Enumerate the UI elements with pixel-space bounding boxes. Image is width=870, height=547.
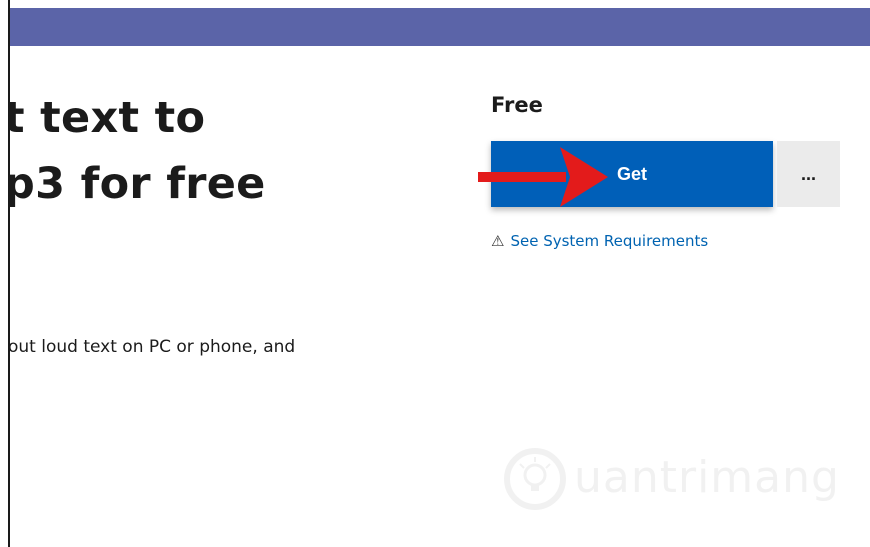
more-options-label: ... [800, 163, 816, 184]
lightbulb-logo-icon [504, 448, 566, 510]
product-title-line-2: p3 for free [4, 159, 266, 209]
top-strip [0, 0, 870, 8]
arrow-shaft [478, 172, 566, 182]
system-requirements-label: See System Requirements [510, 232, 709, 250]
get-button-label: Get [616, 163, 647, 184]
top-banner [10, 8, 870, 46]
left-clip-area [0, 46, 8, 547]
product-title-line-1: t text to [4, 93, 206, 143]
product-description: out loud text on PC or phone, and [8, 337, 296, 357]
price-label: Free [491, 93, 543, 117]
window-left-border [8, 0, 10, 547]
more-options-button[interactable]: ... [777, 141, 840, 207]
watermark: uantrimang [500, 440, 840, 520]
app-window: t text to p3 for free out loud text on P… [0, 0, 870, 547]
red-arrow-annotation [478, 147, 608, 207]
arrow-head [560, 147, 608, 207]
warning-icon: ⚠ [491, 232, 505, 250]
system-requirements-link[interactable]: ⚠ See System Requirements [491, 232, 708, 250]
watermark-text: uantrimang [574, 452, 840, 503]
